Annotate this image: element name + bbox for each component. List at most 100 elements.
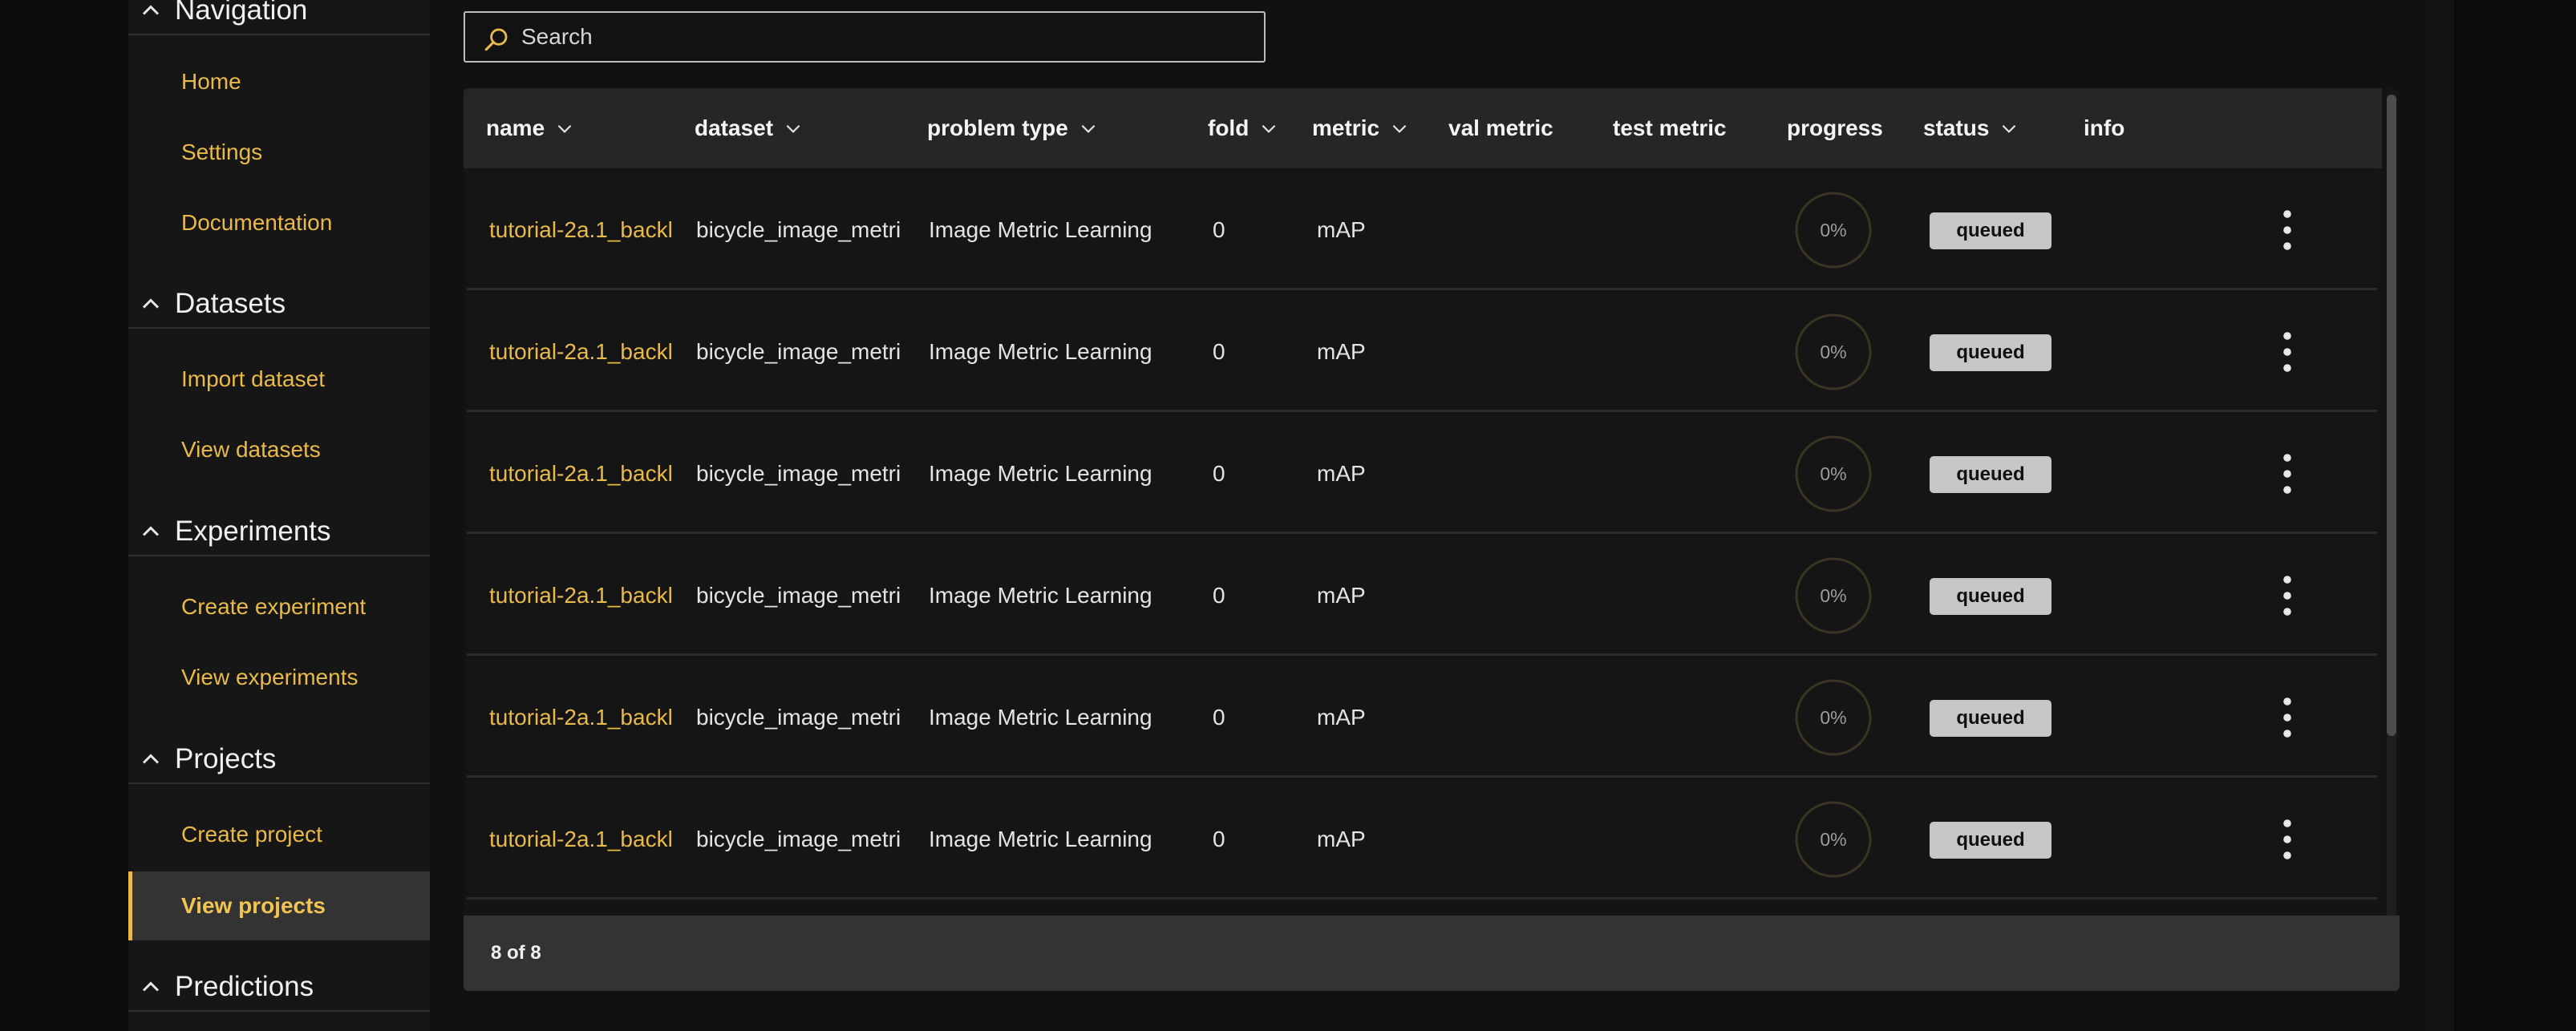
sidebar-section-navigation[interactable]: Navigation [128,0,430,35]
dataset-cell: bicycle_image_metri [696,217,901,242]
column-header-metric[interactable]: metric [1312,88,1410,168]
more-options-icon[interactable] [2271,815,2303,863]
sidebar-section-datasets[interactable]: Datasets [128,281,430,329]
column-label: test metric [1613,115,1727,140]
sidebar-item-create-project[interactable]: Create project [128,800,430,869]
val-metric-cell [1452,657,1596,778]
test-metric-cell [1616,779,1760,900]
column-header-problem-type[interactable]: problem type [927,88,1099,168]
more-options-icon[interactable] [2271,450,2303,498]
problem-type-cell: Image Metric Learning [929,705,1152,730]
column-header-status[interactable]: status [1923,88,2019,168]
row-count: 8 of 8 [491,942,541,964]
metric-cell: mAP [1317,705,1366,730]
table-row[interactable]: tutorial-2a.1_backl bicycle_image_metri Im… [467,292,2377,412]
test-metric-cell [1616,292,1760,412]
metric-cell: mAP [1317,827,1366,851]
column-label: fold [1208,115,1250,140]
val-metric-cell [1452,779,1596,900]
column-label: val metric [1448,115,1553,140]
chevron-down-icon [1392,124,1407,133]
chevron-up-icon [142,754,160,764]
problem-type-cell: Image Metric Learning [929,827,1152,851]
more-options-icon[interactable] [2271,572,2303,620]
main-content: name dataset problem type fold metric va… [430,0,2425,1031]
column-label: info [2084,115,2125,140]
progress-value: 0% [1820,341,1847,362]
test-metric-cell [1616,170,1760,290]
chevron-up-icon [142,298,160,309]
column-header-test-metric: test metric [1613,88,1727,168]
more-options-icon[interactable] [2271,328,2303,376]
sidebar-section-projects[interactable]: Projects [128,736,430,784]
status-badge: queued [1930,334,2051,371]
experiment-name-link[interactable]: tutorial-2a.1_backl [489,657,695,778]
experiment-name-link[interactable]: tutorial-2a.1_backl [489,170,695,290]
table-row[interactable]: tutorial-2a.1_backl bicycle_image_metri Im… [467,657,2377,778]
sidebar-item-view-experiments[interactable]: View experiments [128,643,430,712]
chevron-up-icon [142,526,160,536]
sidebar-section-experiments[interactable]: Experiments [128,508,430,556]
table-row[interactable]: tutorial-2a.1_backl bicycle_image_metri Im… [467,779,2377,900]
experiment-name-link[interactable]: tutorial-2a.1_backl [489,536,695,656]
column-label: problem type [927,115,1068,140]
column-label: dataset [695,115,774,140]
val-metric-cell [1452,170,1596,290]
metric-cell: mAP [1317,461,1366,486]
sidebar-item-documentation[interactable]: Documentation [128,188,430,257]
progress-value: 0% [1820,706,1847,728]
column-header-info: info [2084,88,2124,168]
chevron-down-icon [786,124,800,133]
status-badge: queued [1930,456,2051,493]
progress-value: 0% [1820,463,1847,484]
metric-cell: mAP [1317,339,1366,364]
sidebar-item-create-experiment[interactable]: Create experiment [128,572,430,641]
sidebar-item-settings[interactable]: Settings [128,118,430,187]
metric-cell: mAP [1317,217,1366,242]
table-row[interactable]: tutorial-2a.1_backl bicycle_image_metri Im… [467,170,2377,290]
problem-type-cell: Image Metric Learning [929,461,1152,486]
status-badge: queued [1930,578,2051,615]
more-options-icon[interactable] [2271,206,2303,254]
more-options-icon[interactable] [2271,693,2303,742]
search-input[interactable] [521,13,1243,61]
chevron-down-icon [1081,124,1096,133]
sidebar-section-title: Datasets [175,288,286,319]
experiment-name-link[interactable]: tutorial-2a.1_backl [489,779,695,900]
chevron-up-icon [142,981,160,992]
sidebar-section-predictions[interactable]: Predictions [128,964,430,1012]
metric-cell: mAP [1317,583,1366,608]
column-label: metric [1312,115,1380,140]
sidebar-item-view-datasets[interactable]: View datasets [128,415,430,484]
column-header-fold[interactable]: fold [1208,88,1279,168]
progress-value: 0% [1820,828,1847,850]
dataset-cell: bicycle_image_metri [696,827,901,851]
sidebar-item-view-projects[interactable]: View projects [128,871,430,940]
fold-cell: 0 [1213,827,1225,851]
chevron-down-icon [2003,124,2016,133]
search-box[interactable] [464,11,1266,63]
dataset-cell: bicycle_image_metri [696,461,901,486]
experiment-name-link[interactable]: tutorial-2a.1_backl [489,414,695,534]
status-badge: queued [1930,212,2051,249]
dataset-cell: bicycle_image_metri [696,339,901,364]
table-header: name dataset problem type fold metric va… [464,88,2382,168]
table-footer: 8 of 8 [464,916,2400,991]
table-row[interactable]: tutorial-2a.1_backl bicycle_image_metri Im… [467,414,2377,534]
table-row[interactable]: tutorial-2a.1_backl bicycle_image_metri Im… [467,536,2377,656]
status-badge: queued [1930,700,2051,737]
sidebar-item-import-dataset[interactable]: Import dataset [128,345,430,414]
experiment-name-link[interactable]: tutorial-2a.1_backl [489,292,695,412]
test-metric-cell [1616,657,1760,778]
column-label: name [486,115,545,140]
fold-cell: 0 [1213,583,1225,608]
sidebar-item-home[interactable]: Home [128,47,430,116]
table-scrollbar[interactable] [2387,95,2396,920]
test-metric-cell [1616,536,1760,656]
problem-type-cell: Image Metric Learning [929,583,1152,608]
scrollbar-thumb[interactable] [2387,95,2396,736]
val-metric-cell [1452,292,1596,412]
fold-cell: 0 [1213,461,1225,486]
column-header-dataset[interactable]: dataset [695,88,804,168]
column-header-name[interactable]: name [486,88,575,168]
